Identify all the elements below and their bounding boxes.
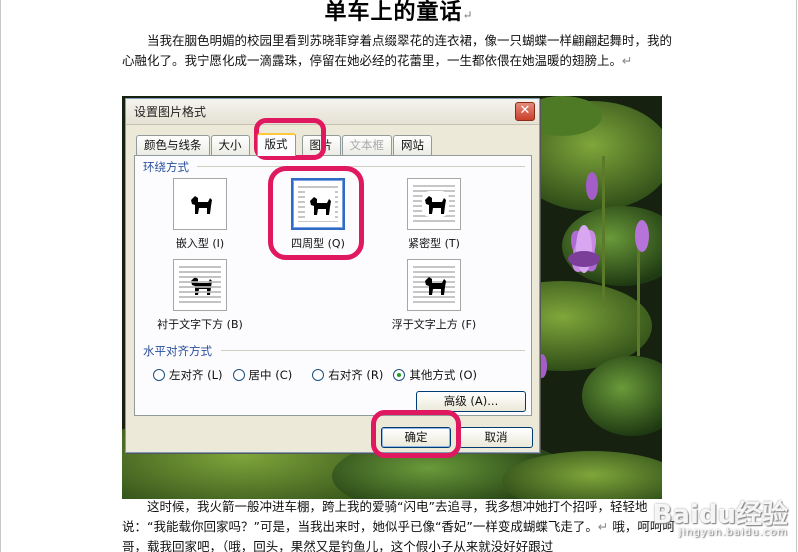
close-icon: ✕ [519,103,531,118]
paragraph-mark-icon: ↵ [622,53,633,68]
cancel-button[interactable]: 取消 [459,427,533,448]
horizontal-alignment-label: 水平对齐方式 [143,344,212,358]
tab-colors-and-lines[interactable]: 颜色与线条 [136,135,210,155]
radio-button[interactable] [153,369,165,381]
paragraph-mark-icon: ↵ [597,519,609,534]
radio-label: 左对齐 (L) [169,368,223,382]
horizontal-alignment-group: 左对齐 (L) 居中 (C) 右对齐 (R) 其他方式 (O) [153,367,487,383]
advanced-button[interactable]: 高级 (A)... [416,391,526,412]
format-picture-dialog: 设置图片格式 ✕ 颜色与线条 大小 版式 图片 文本框 网站 环绕方式 嵌入型 … [125,98,540,453]
dialog-title: 设置图片格式 [134,105,207,119]
tab-web[interactable]: 网站 [393,135,432,155]
tab-size[interactable]: 大小 [210,135,250,155]
wrap-option-tight[interactable]: 紧密型 (T) [379,178,489,251]
wrap-behind-text-icon[interactable] [173,259,227,311]
baidu-jingyan-watermark: Baidu经验 jingyan.baidu.com [653,494,788,538]
tab-text-box: 文本框 [341,135,392,155]
document-page: 单车上的童话↵ 当我在胭色明媚的校园里看到苏晓菲穿着点缀翠花的连衣裙，像一只蝴蝶… [0,0,798,552]
radio-button[interactable] [393,369,406,381]
radio-align-other[interactable]: 其他方式 (O) [393,367,477,383]
wrap-option-in-front-of-text[interactable]: 浮于文字上方 (F) [379,259,489,332]
radio-label: 右对齐 (R) [328,368,384,382]
paragraph-1-text: 当我在胭色明媚的校园里看到苏晓菲穿着点缀翠花的连衣裙，像一只蝴蝶一样翩翩起舞时，… [122,33,673,68]
tab-layout[interactable]: 版式 [256,133,296,156]
document-paragraph-1[interactable]: 当我在胭色明媚的校园里看到苏晓菲穿着点缀翠花的连衣裙，像一只蝴蝶一样翩翩起舞时，… [122,31,678,71]
radio-button[interactable] [232,369,245,381]
close-button[interactable]: ✕ [515,102,535,121]
wrap-option-label: 嵌入型 (I) [175,237,225,250]
highlight-ok-button [371,410,461,458]
document-title[interactable]: 单车上的童话↵ [0,0,798,26]
wrap-option-inline[interactable]: 嵌入型 (I) [145,178,255,251]
document-paragraph-2[interactable]: 这时候，我火箭一般冲进车棚，跨上我的爱骑“闪电”去追寻，我多想冲她打个招呼，轻轻… [122,497,678,552]
paragraph-2-text: 这时候，我火箭一般冲进车棚，跨上我的爱骑“闪电”去追寻，我多想冲她打个招呼，轻轻… [122,499,648,534]
wrap-tight-icon[interactable] [407,178,461,230]
wrap-inline-icon[interactable] [173,178,227,230]
highlight-square-wrap [268,166,364,260]
wrap-option-label: 紧密型 (T) [408,237,460,250]
dialog-tabs: 颜色与线条 大小 版式 图片 文本框 网站 [136,133,433,156]
dog-silhouette-icon [425,277,446,295]
section-divider [221,350,525,351]
wrap-style-label: 环绕方式 [143,160,189,174]
dog-silhouette-icon [191,196,212,214]
dog-silhouette-icon [425,196,446,214]
radio-button[interactable] [312,369,325,381]
radio-label: 其他方式 (O) [409,368,478,382]
dialog-titlebar[interactable]: 设置图片格式 [126,99,539,125]
wrap-option-label: 浮于文字上方 (F) [391,318,477,331]
radio-align-center[interactable]: 居中 (C) [232,367,293,383]
watermark-text: Baidu经验 [652,500,788,530]
section-divider [197,166,525,167]
wrap-in-front-of-text-icon[interactable] [407,259,461,311]
radio-align-right[interactable]: 右对齐 (R) [312,367,383,383]
document-title-text: 单车上的童话 [324,0,463,25]
radio-label: 居中 (C) [248,368,293,382]
wrap-option-behind-text[interactable]: 衬于文字下方 (B) [145,259,255,332]
radio-align-left[interactable]: 左对齐 (L) [153,367,223,383]
wrap-option-label: 衬于文字下方 (B) [157,318,243,331]
paragraph-mark-icon: ↵ [462,8,474,22]
